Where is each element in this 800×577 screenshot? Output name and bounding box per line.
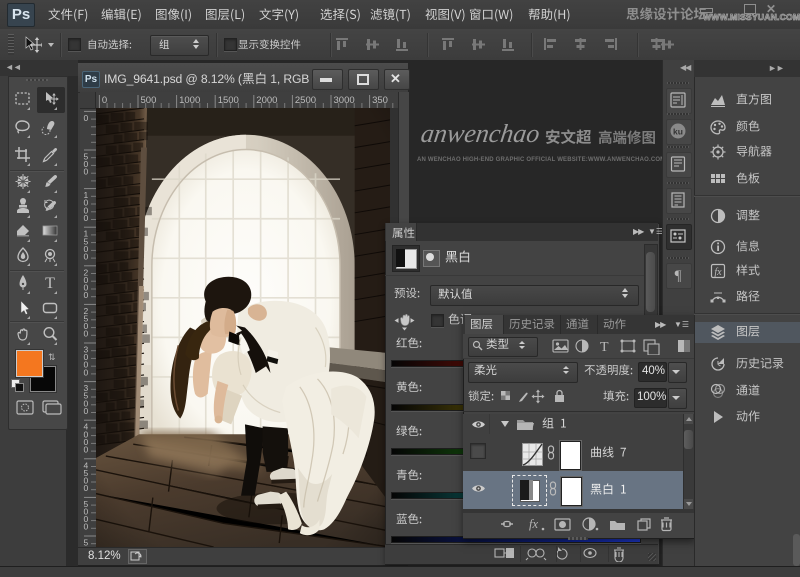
svg-text:ku: ku <box>673 127 683 137</box>
svg-text:T: T <box>45 275 55 292</box>
svg-text:2000: 2000 <box>256 95 277 106</box>
svg-text:0: 0 <box>102 95 107 106</box>
svg-text:350: 350 <box>372 95 388 106</box>
svg-text:0: 0 <box>84 406 89 416</box>
svg-text:¶: ¶ <box>675 268 682 284</box>
svg-text:0: 0 <box>84 522 89 532</box>
svg-text:0: 0 <box>84 445 89 455</box>
svg-text:0: 0 <box>84 290 89 300</box>
svg-text:0: 0 <box>84 483 89 493</box>
svg-text:500: 500 <box>141 95 157 106</box>
svg-text:2500: 2500 <box>295 95 316 106</box>
svg-text:1000: 1000 <box>179 95 200 106</box>
svg-text:0: 0 <box>84 329 89 339</box>
svg-text:0: 0 <box>84 213 89 223</box>
svg-text:0: 0 <box>84 252 89 262</box>
svg-text:0: 0 <box>84 167 89 177</box>
svg-text:1500: 1500 <box>218 95 239 106</box>
svg-text:3000: 3000 <box>334 95 355 106</box>
svg-text:fx: fx <box>529 517 538 531</box>
svg-text:0: 0 <box>84 367 89 377</box>
svg-text:0: 0 <box>84 113 89 123</box>
svg-text:T: T <box>600 340 609 355</box>
svg-text:fx: fx <box>714 267 722 278</box>
